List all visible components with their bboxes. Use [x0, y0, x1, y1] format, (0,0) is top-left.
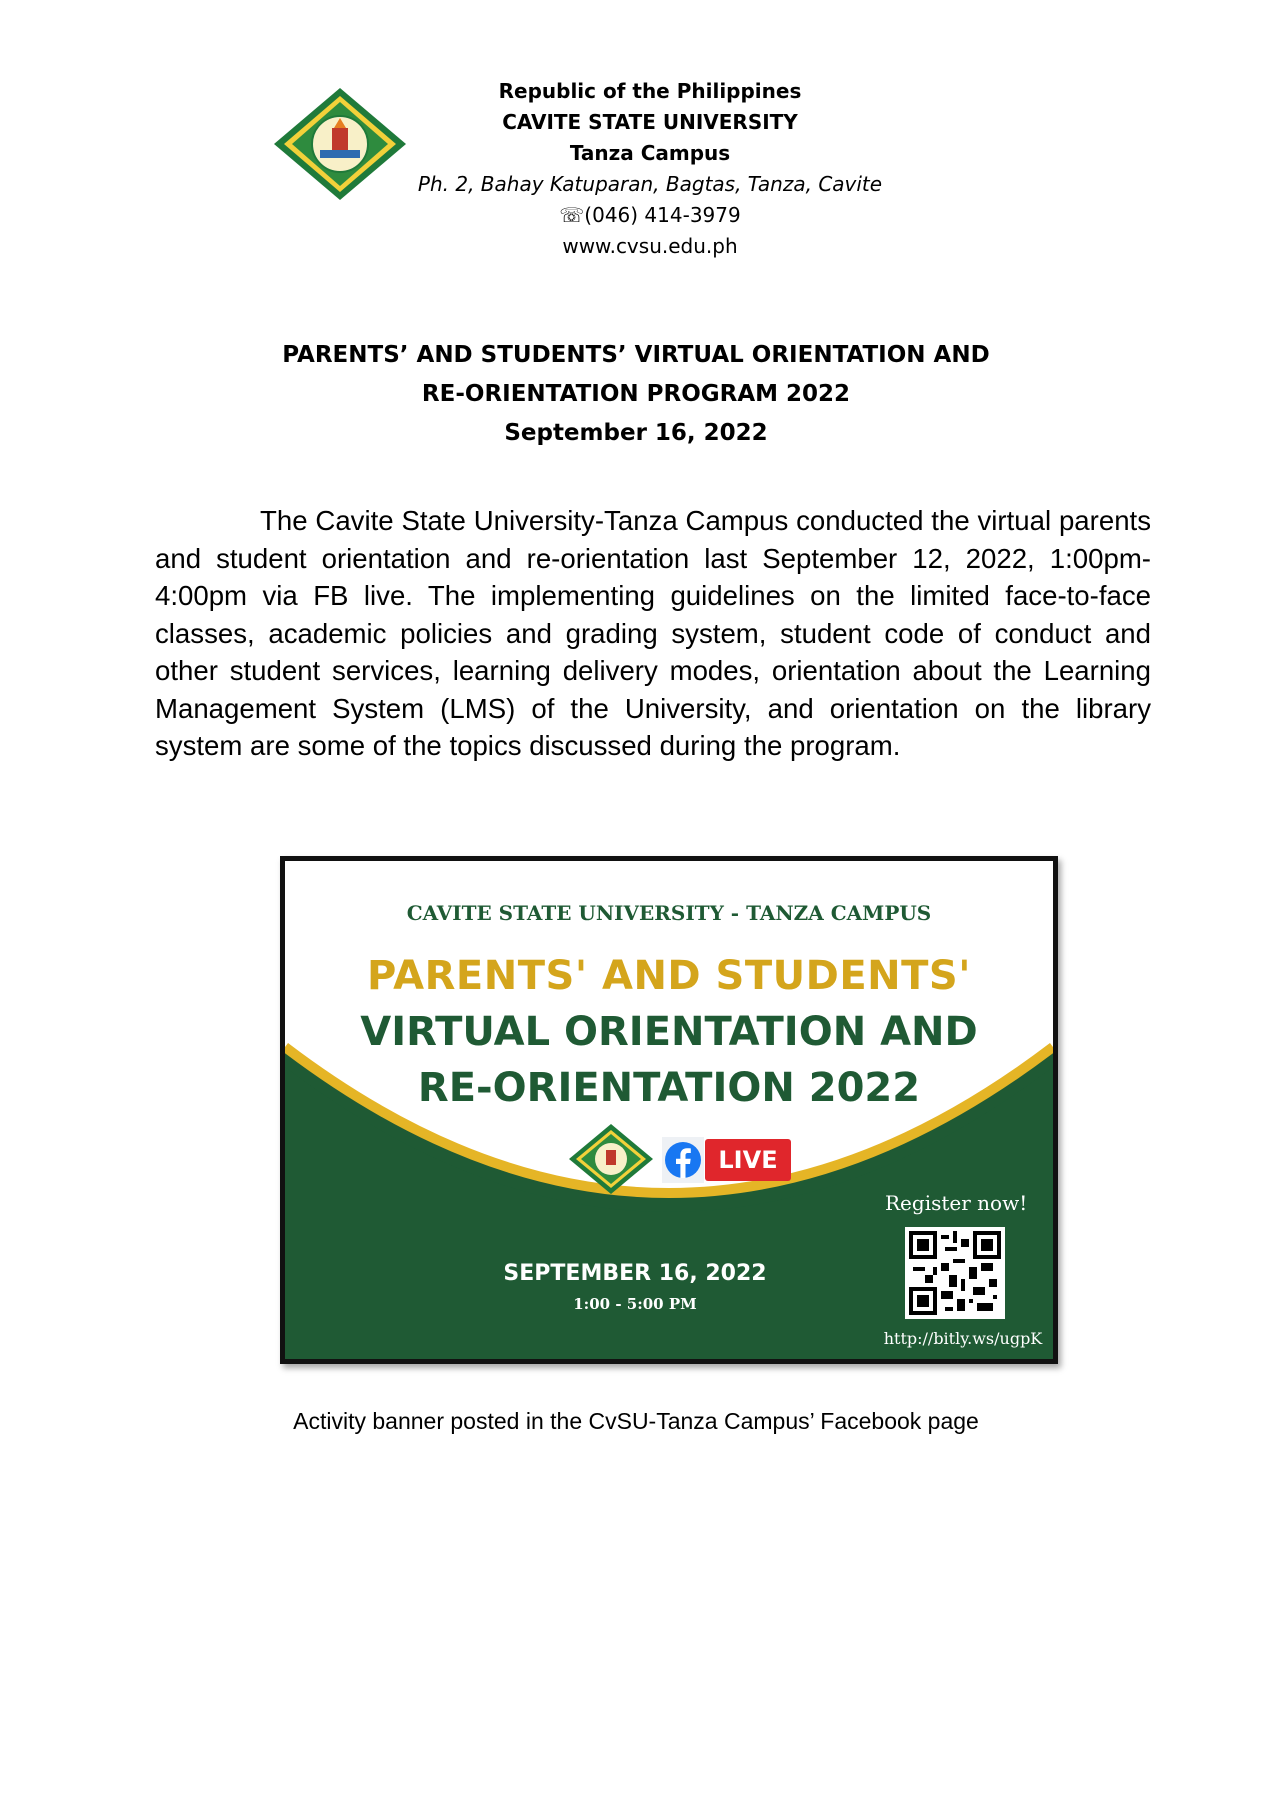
letterhead-university: CAVITE STATE UNIVERSITY — [502, 110, 798, 134]
banner-time: 1:00 - 5:00 PM — [573, 1295, 697, 1313]
banner-title-line-3: RE-ORIENTATION 2022 — [417, 1065, 921, 1111]
banner-university: CAVITE STATE UNIVERSITY - TANZA CAMPUS — [406, 901, 932, 925]
banner-caption: Activity banner posted in the CvSU-Tanza… — [293, 1408, 979, 1434]
letterhead-republic: Republic of the Philippines — [498, 79, 802, 103]
banner-date: SEPTEMBER 16, 2022 — [503, 1261, 767, 1286]
letterhead: Republic of the Philippines CAVITE STATE… — [0, 0, 1272, 270]
qr-code — [905, 1227, 1005, 1319]
letterhead-website: www.cvsu.edu.ph — [562, 234, 738, 258]
document-title: PARENTS’ AND STUDENTS’ VIRTUAL ORIENTATI… — [136, 336, 1136, 453]
facebook-live-badge: LIVE — [662, 1135, 812, 1187]
register-now-text: Register now! — [885, 1191, 1028, 1215]
qr-code-pattern — [909, 1231, 1001, 1315]
title-line-2: RE-ORIENTATION PROGRAM 2022 — [421, 381, 851, 407]
facebook-icon — [662, 1137, 704, 1183]
banner-title-line-1: PARENTS' AND STUDENTS' — [367, 953, 971, 999]
letterhead-phone: ☏(046) 414-3979 — [559, 203, 741, 227]
banner-seal-logo — [569, 1124, 653, 1194]
activity-banner: CAVITE STATE UNIVERSITY - TANZA CAMPUS P… — [280, 856, 1058, 1364]
letterhead-address: Ph. 2, Bahay Katuparan, Bagtas, Tanza, C… — [417, 172, 883, 196]
title-line-1: PARENTS’ AND STUDENTS’ VIRTUAL ORIENTATI… — [282, 342, 990, 368]
banner-url: http://bitly.ws/ugpK — [883, 1329, 1043, 1348]
letterhead-campus: Tanza Campus — [569, 141, 731, 165]
title-date: September 16, 2022 — [504, 420, 768, 446]
live-label: LIVE — [705, 1139, 791, 1181]
banner-title-line-2: VIRTUAL ORIENTATION AND — [360, 1009, 978, 1055]
body-paragraph: The Cavite State University-Tanza Campus… — [155, 505, 1151, 761]
university-seal-logo — [274, 88, 406, 200]
